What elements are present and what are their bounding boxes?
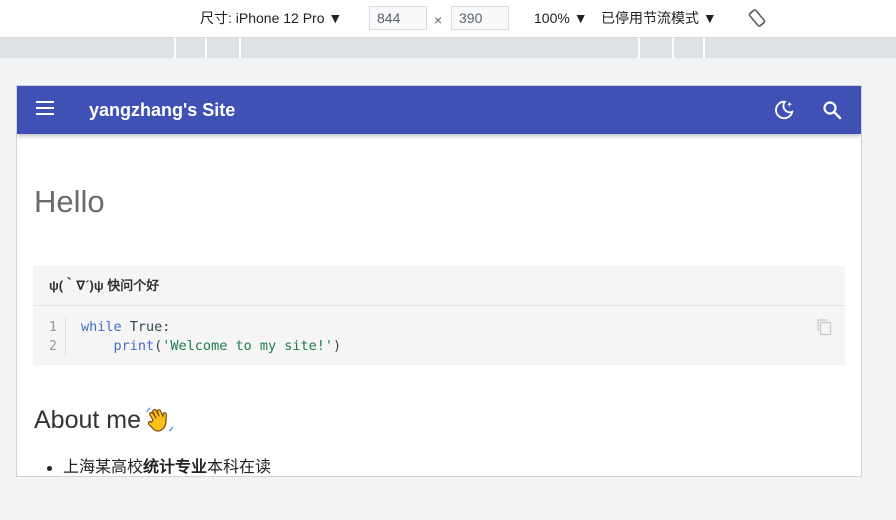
- breakpoint-marker: [174, 38, 176, 58]
- site-header: yangzhang's Site: [17, 86, 861, 134]
- breakpoint-marker: [638, 38, 640, 58]
- about-list: 上海某高校统计专业本科在读: [17, 456, 271, 476]
- device-select[interactable]: 尺寸: iPhone 12 Pro ▼: [200, 0, 342, 37]
- bold-text: 统计专业: [143, 459, 208, 476]
- code-line: while True:: [81, 318, 341, 337]
- dark-mode-toggle-icon[interactable]: [773, 99, 795, 121]
- height-input[interactable]: 390: [451, 6, 509, 30]
- code-line: print('Welcome to my site!'): [81, 337, 342, 356]
- line-numbers: 1 2: [33, 318, 65, 356]
- copy-icon[interactable]: [816, 318, 832, 336]
- admonition-box: ψ(｀∇´)ψ 快问个好 1 2 while True: print('Welc…: [33, 266, 845, 365]
- list-item: 上海某高校统计专业本科在读: [17, 456, 271, 476]
- zoom-select[interactable]: 100% ▼: [534, 0, 588, 37]
- admonition-title: ψ(｀∇´)ψ 快问个好: [33, 266, 845, 306]
- line-number: 2: [48, 338, 57, 354]
- function-name: print: [113, 338, 155, 354]
- breakpoint-marker: [672, 38, 674, 58]
- code-token: True:: [121, 319, 171, 335]
- rotate-icon[interactable]: [747, 8, 767, 28]
- site-title[interactable]: yangzhang's Site: [89, 86, 235, 134]
- throttle-select[interactable]: 已停用节流模式 ▼: [601, 0, 717, 37]
- page-title: Hello: [34, 184, 105, 219]
- code-block: 1 2 while True: print('Welcome to my sit…: [33, 306, 845, 365]
- about-heading: About me: [34, 406, 142, 434]
- menu-icon[interactable]: [36, 101, 54, 117]
- code-token: ): [332, 338, 342, 354]
- breakpoint-marker: [239, 38, 241, 58]
- breakpoint-marker: [703, 38, 705, 58]
- string-literal: 'Welcome to my site!': [162, 338, 333, 354]
- media-query-bar[interactable]: [0, 38, 896, 58]
- line-number: 1: [48, 319, 57, 335]
- device-toolbar: 尺寸: iPhone 12 Pro ▼ 844 × 390 100% ▼ 已停用…: [0, 0, 896, 38]
- line-number-divider: [65, 318, 66, 356]
- keyword: while: [81, 319, 122, 335]
- width-input[interactable]: 844: [369, 6, 427, 30]
- device-viewport: yangzhang's Site Hello ψ(｀∇´)ψ 快问个好 1 2 …: [17, 86, 861, 476]
- dimension-separator: ×: [434, 12, 443, 28]
- breakpoint-marker: [205, 38, 207, 58]
- search-icon[interactable]: [822, 100, 842, 120]
- waving-hand-icon: [146, 407, 174, 432]
- code-text: while True: print('Welcome to my site!'): [81, 318, 341, 356]
